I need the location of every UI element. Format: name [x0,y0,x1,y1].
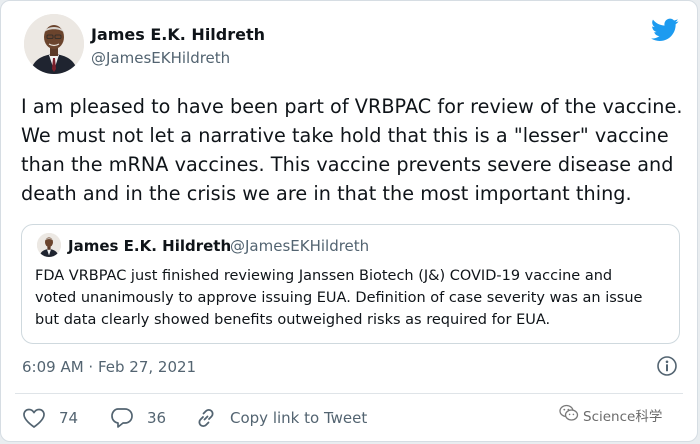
quoted-tweet[interactable]: James E.K. Hildreth @JamesEKHildreth FDA… [21,224,680,344]
info-icon[interactable] [656,355,678,377]
author-handle[interactable]: @JamesEKHildreth [91,49,230,67]
copy-link-label: Copy link to Tweet [230,409,368,427]
tweet-timestamp[interactable]: 6:09 AM · Feb 27, 2021 [22,358,196,376]
speech-bubble-icon [110,406,134,430]
tweet-text: I am pleased to have been part of VRBPAC… [21,95,683,205]
tweet-card: James E.K. Hildreth @JamesEKHildreth I a… [0,0,698,442]
copy-link-button[interactable]: Copy link to Tweet [194,405,367,431]
watermark: Science科学 [559,404,663,426]
link-icon [194,406,218,430]
like-count: 74 [59,409,79,427]
reply-count: 36 [147,409,167,427]
author-avatar[interactable] [24,14,84,74]
twitter-bird-icon[interactable] [650,16,680,44]
heart-icon [22,407,46,429]
watermark-text: Science科学 [583,409,663,425]
quoted-author-name[interactable]: James E.K. Hildreth [68,237,231,255]
quoted-author-avatar[interactable] [37,233,61,257]
quoted-tweet-text: FDA VRBPAC just finished reviewing Janss… [35,268,643,328]
like-button[interactable]: 74 [22,405,78,431]
reply-button[interactable]: 36 [110,405,166,431]
wechat-logo-icon [559,404,579,426]
actions-divider [15,393,683,394]
author-name[interactable]: James E.K. Hildreth [91,25,265,44]
quoted-author-handle[interactable]: @JamesEKHildreth [230,237,369,255]
